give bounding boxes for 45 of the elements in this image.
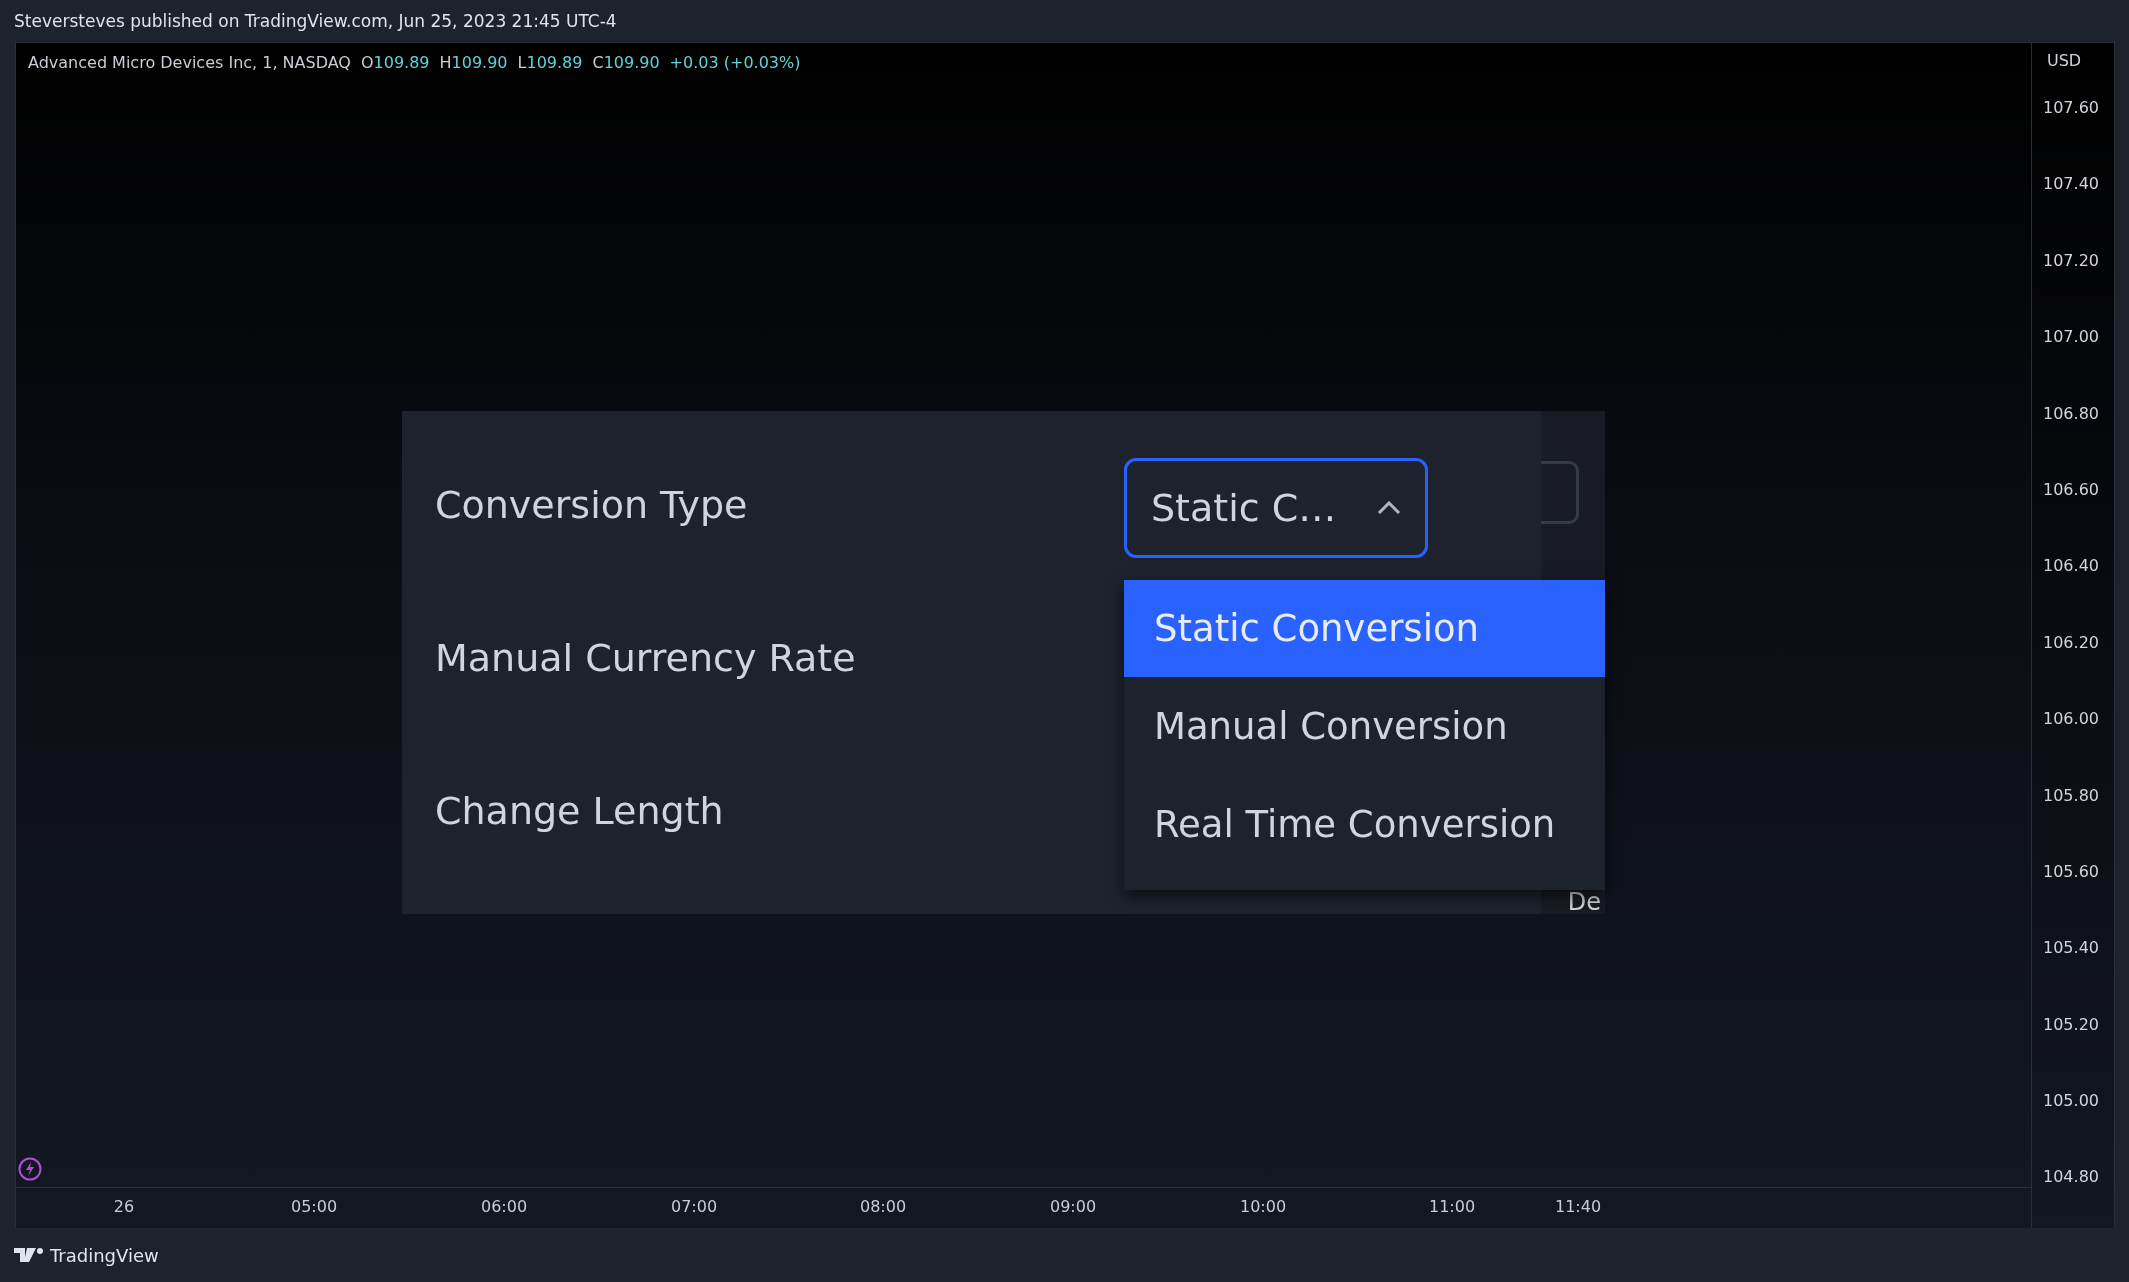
time-label: 11:00 [1428, 1197, 1476, 1216]
dropdown-option[interactable]: Static Conversion [1124, 580, 1605, 677]
price-label: 106.00 [2042, 709, 2100, 731]
logo-icon [14, 1247, 44, 1263]
price-label: 105.80 [2042, 785, 2100, 807]
ohlc-value: C109.90 [592, 53, 660, 72]
brand-name: TradingView [50, 1244, 159, 1266]
time-label: 11:40 [1554, 1197, 1602, 1216]
time-label: 08:00 [859, 1197, 907, 1216]
price-label: 105.00 [2042, 1091, 2100, 1113]
publish-info: Steversteves published on TradingView.com, Jun 25, 2023 21:45 UTC-4 [14, 11, 617, 31]
time-label: 26 [113, 1197, 135, 1216]
time-label: 05:00 [290, 1197, 338, 1216]
price-label: 107.00 [2042, 327, 2100, 349]
price-label: 105.60 [2042, 861, 2100, 883]
price-label: 107.60 [2042, 98, 2100, 119]
setting-label: Change Length [435, 789, 724, 833]
time-label: 06:00 [480, 1197, 528, 1216]
dropdown-option[interactable]: Real Time Conversion [1124, 775, 1605, 873]
price-label: 106.20 [2042, 632, 2100, 654]
price-label: 105.40 [2042, 938, 2100, 960]
price-label: 107.20 [2042, 250, 2100, 272]
ohlc-value: O109.89 [360, 53, 430, 72]
price-label: 106.60 [2042, 479, 2100, 501]
conversion-type-select[interactable]: Static C… [1124, 458, 1428, 558]
partial-label: De [1567, 890, 1601, 914]
time-label: 09:00 [1049, 1197, 1097, 1216]
setting-label: Manual Currency Rate [435, 636, 856, 680]
time-label: 07:00 [670, 1197, 718, 1216]
ohlc-value: L109.89 [517, 53, 583, 72]
price-label: 105.20 [2042, 1014, 2100, 1036]
time-label: 10:00 [1239, 1197, 1287, 1216]
symbol-name: Advanced Micro Devices Inc, 1, NASDAQ [28, 53, 351, 72]
currency-label: USD [2047, 51, 2082, 70]
ohlc-value: H109.90 [439, 53, 508, 72]
price-label: 107.40 [2042, 174, 2100, 196]
setting-label: Conversion Type [435, 483, 748, 527]
price-change: +0.03 (+0.03%) [669, 53, 801, 72]
field-outline [1541, 461, 1579, 524]
price-label: 106.40 [2042, 556, 2100, 578]
price-label: 106.80 [2042, 403, 2100, 425]
chevron-icon [1377, 501, 1401, 515]
lightning-icon[interactable] [18, 1157, 42, 1181]
price-label: 104.80 [2042, 1167, 2100, 1189]
dropdown-option[interactable]: Manual Conversion [1124, 677, 1605, 775]
